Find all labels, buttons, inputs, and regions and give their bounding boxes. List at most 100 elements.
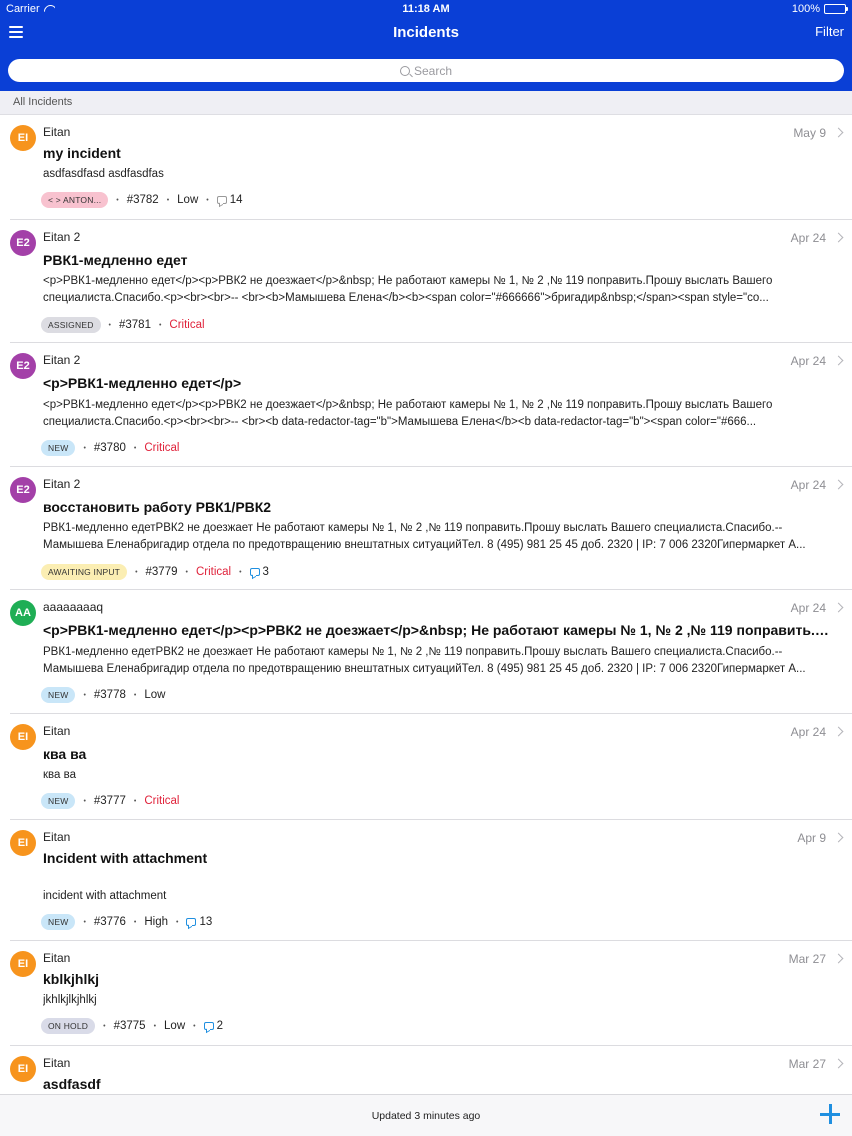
incident-date: Mar 27 [788,952,826,966]
add-incident-plus-icon[interactable] [820,1104,840,1124]
incident-description: <p>РВК1-медленно едет</p><p>РВК2 не доез… [43,397,836,431]
comment-count: 13 [186,916,212,928]
incident-author: Eitan 2 [43,477,81,491]
incident-author: Eitan [43,125,71,139]
chevron-right-icon [833,832,844,843]
incident-meta: NEW • #3777 • Critical [41,793,179,809]
incident-author: Eitan [43,724,71,738]
description-line: РВК1-медленно едетРВК2 не доезжает Не ра… [43,522,783,534]
search-icon [399,65,410,76]
chevron-right-icon [833,953,844,964]
comment-count: 14 [216,194,243,206]
incident-meta: ON HOLD • #3775 • Low • 2 [41,1018,223,1034]
status-badge: NEW [41,440,76,456]
app-header: Carrier 11:18 AM 100% Incidents Filter S… [0,0,852,91]
incident-row[interactable]: EI Eitan Apr 24 ква ва ква ва NEW • #3777 • Criti… [10,714,852,820]
avatar: EI [10,830,36,856]
incident-row[interactable]: E2 Eitan 2 Apr 24 восстановить работу РВК1/… [10,467,852,590]
incident-author: Eitan 2 [43,353,81,367]
status-badge: NEW [41,914,76,930]
incident-row[interactable]: AA aaaaaaaaq Apr 24 <p>РВК1-медленно едет</… [10,590,852,714]
separator-dot: • [116,196,119,204]
incident-meta: ASSIGNED • #3781 • Critical [41,317,205,333]
avatar: AA [10,600,36,626]
comment-count-value: 13 [199,916,213,928]
incident-row[interactable]: E2 Eitan 2 Apr 24 <p>РВК1-медленно едет</p>… [10,343,852,467]
separator-dot: • [193,1022,196,1030]
incident-date: Apr 24 [790,601,826,615]
priority-label: Low [177,194,199,206]
incident-list[interactable]: EI Eitan May 9 my incident asdfasdfasd asdfa… [0,115,852,1094]
description-line: специалиста.Спасибо.<p><br><br>-- <br><b… [43,416,757,428]
incident-title: восстановить работу РВК1/РВК2 [43,499,272,515]
separator-dot: • [133,918,137,926]
status-badge: ASSIGNED [41,317,101,333]
description-line [43,871,836,888]
avatar: EI [10,1056,36,1082]
status-bar: Carrier 11:18 AM 100% [0,0,852,18]
incident-title: my incident [43,145,121,161]
incident-description: РВК1-медленно едетРВК2 не доезжает Не ра… [43,644,836,678]
incident-number: #3781 [118,319,151,331]
incident-title: <p>РВК1-медленно едет</p> [43,375,242,391]
chevron-right-icon [833,726,844,737]
status-badge: < > ANTON... [41,192,109,208]
chevron-right-icon [833,127,844,138]
incident-number: #3780 [93,442,126,454]
priority-label: Low [144,689,166,701]
incident-author: Eitan [43,1056,71,1070]
description-line: <p>РВК1-медленно едет</p><p>РВК2 не доез… [43,399,773,411]
updated-status: Updated 3 minutes ago [371,1109,481,1122]
separator-dot: • [83,444,86,452]
description-line: jkhlkjlkjhlkj [43,994,97,1006]
description-line: Мамышева Еленабригадир отдела по предотв… [43,539,806,551]
incident-title: РВК1-медленно едет [43,252,188,268]
separator-dot: • [133,444,137,452]
separator-dot: • [133,797,137,805]
section-header-all-incidents: All Incidents [0,91,852,115]
incident-date: Apr 24 [790,725,826,739]
incident-meta: NEW • #3780 • Critical [41,440,179,456]
avatar: E2 [10,477,36,503]
incident-author: Eitan [43,830,71,844]
incident-date: Apr 9 [797,831,826,845]
priority-label: Critical [144,442,180,454]
comment-bubble-icon [203,1022,214,1030]
separator-dot: • [133,691,137,699]
incident-description: <p>РВК1-медленно едет</p><p>РВК2 не доез… [43,273,836,307]
chevron-right-icon [833,355,844,366]
incident-meta: < > ANTON... • #3782 • Low • 14 [41,192,243,208]
incident-description: РВК1-медленно едетРВК2 не доезжает Не ра… [43,520,836,554]
comment-count-value: 14 [229,194,243,206]
priority-label: Critical [169,319,205,331]
incident-row[interactable]: EI Eitan Mar 27 asdfasdf [10,1046,852,1094]
incident-row[interactable]: EI Eitan Mar 27 kblkjhlkj jkhlkjlkjhlkj ON HO… [10,941,852,1046]
incident-meta: NEW • #3776 • High • 13 [41,914,212,930]
chevron-right-icon [833,232,844,243]
incident-author: Eitan 2 [43,230,81,244]
incident-description: incident with attachment [43,871,836,905]
incident-number: #3777 [93,795,126,807]
separator-dot: • [166,196,170,204]
incident-meta: AWAITING INPUT • #3779 • Critical • 3 [41,564,269,580]
comment-count-value: 2 [216,1020,223,1032]
incident-row[interactable]: EI Eitan Apr 9 Incident with attachment inc… [10,820,852,941]
chevron-right-icon [833,479,844,490]
incident-date: Mar 27 [788,1057,826,1071]
filter-button[interactable]: Filter [815,24,844,39]
battery-percent: 100% [791,3,820,15]
incident-meta: NEW • #3778 • Low [41,687,165,703]
incident-row[interactable]: E2 Eitan 2 Apr 24 РВК1-медленно едет <p>РВК1… [10,220,852,343]
search-input[interactable]: Search [8,59,844,82]
comment-count: 3 [249,566,269,578]
incident-description: ква ва [43,767,836,784]
separator-dot: • [103,1022,106,1030]
incident-row[interactable]: EI Eitan May 9 my incident asdfasdfasd asdfa… [10,115,852,220]
footer-toolbar: Updated 3 minutes ago [0,1094,852,1136]
incident-number: #3782 [126,194,159,206]
separator-dot: • [108,321,111,329]
incident-date: May 9 [793,126,826,140]
priority-label: Critical [144,795,180,807]
separator-dot: • [239,568,242,576]
page-title: Incidents [393,24,459,41]
